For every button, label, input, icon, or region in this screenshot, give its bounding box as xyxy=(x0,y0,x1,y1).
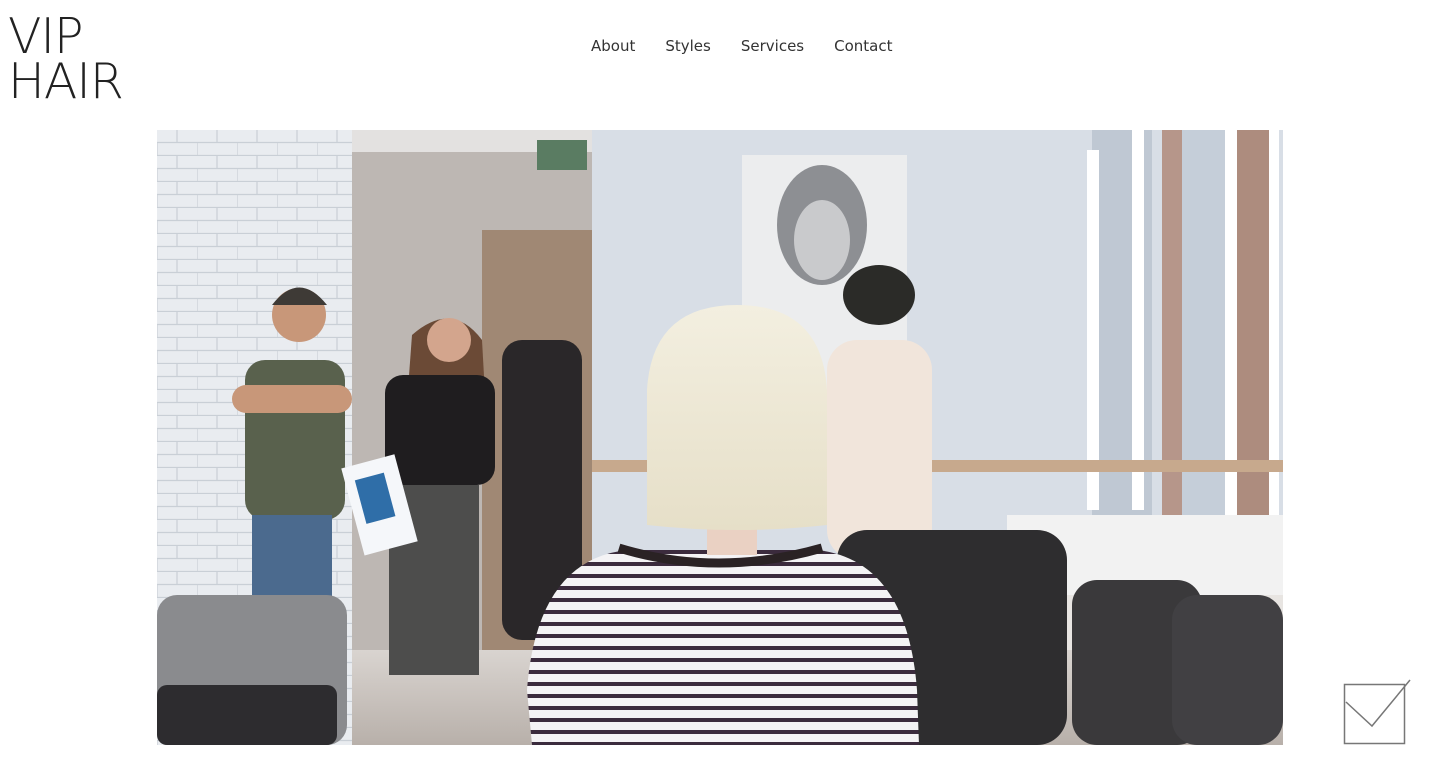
nav-link-about[interactable]: About xyxy=(591,37,635,55)
hero-image xyxy=(157,130,1283,745)
nav-link-styles[interactable]: Styles xyxy=(665,37,711,55)
main-nav: About Styles Services Contact xyxy=(591,37,922,55)
nav-link-contact[interactable]: Contact xyxy=(834,37,892,55)
nav-link-services[interactable]: Services xyxy=(741,37,804,55)
checkbox-check-icon[interactable] xyxy=(1340,678,1412,746)
site-logo[interactable]: VIP HAIR xyxy=(8,12,158,110)
hero-photo-illustration xyxy=(157,130,1283,745)
logo-line-2: HAIR xyxy=(8,53,124,110)
